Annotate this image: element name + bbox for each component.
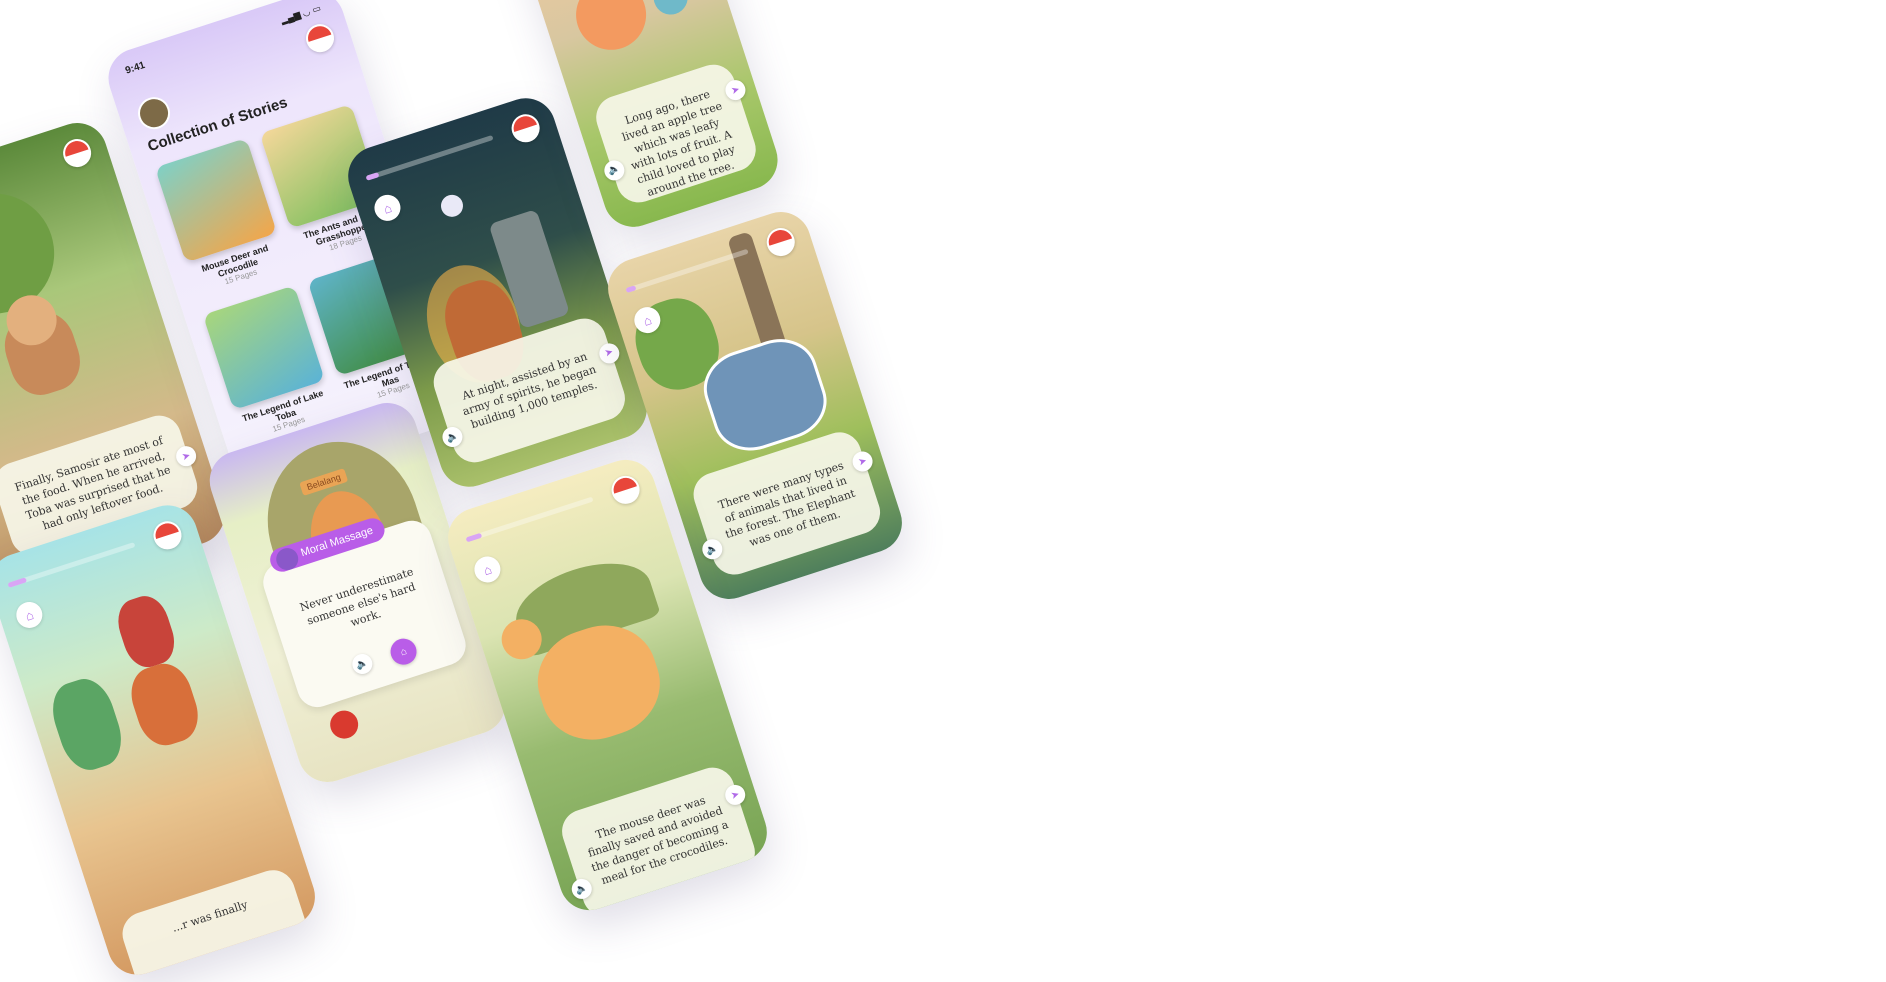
story-text: ...r was finally: [170, 898, 250, 935]
story-text: There were many types of animals that li…: [716, 458, 857, 550]
story-text: At night, assisted by an army of spirits…: [460, 349, 599, 432]
status-icons: ▂▄▆ ◡ ▭: [279, 2, 323, 26]
story-text: The mouse deer was finally saved and avo…: [586, 793, 730, 888]
story-cover-image: [202, 285, 325, 411]
owl-icon: [273, 545, 302, 573]
language-flag-icon[interactable]: [302, 20, 338, 56]
moral-text: Never underestimate someone else's hard …: [298, 565, 418, 630]
audio-button[interactable]: 🔈: [349, 651, 375, 677]
avatar[interactable]: [133, 92, 175, 134]
home-button[interactable]: ⌂: [387, 635, 420, 669]
status-time: 9:41: [124, 59, 147, 77]
